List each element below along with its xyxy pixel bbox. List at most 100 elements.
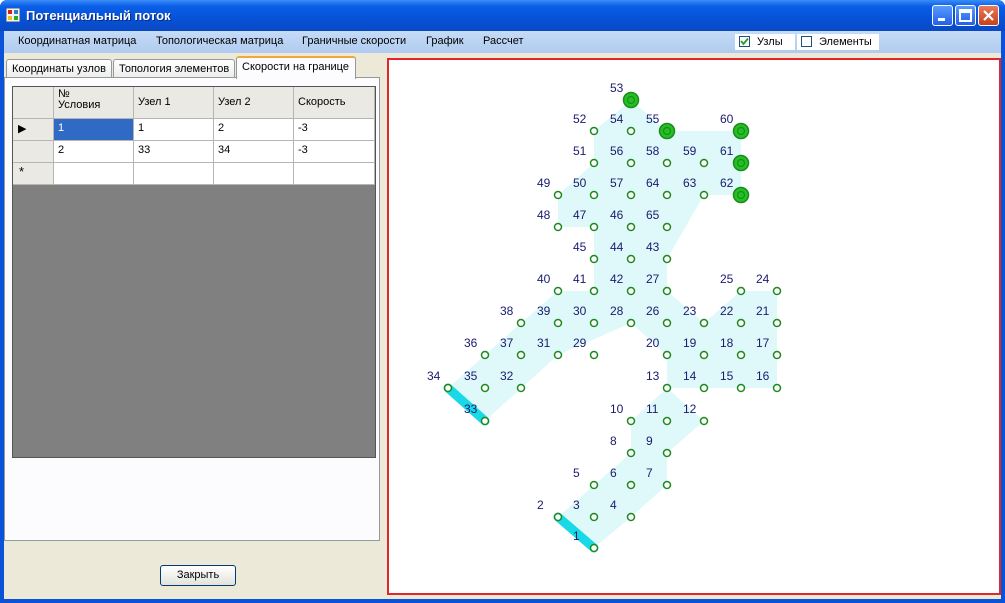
grid-corner-header (13, 87, 54, 119)
grid-cell[interactable]: 1 (134, 119, 214, 141)
node-label: 57 (610, 176, 624, 190)
node-marker (480, 350, 490, 360)
column-header-condition-no[interactable]: № Условия (54, 87, 134, 119)
node-label: 17 (756, 336, 770, 350)
node-marker (736, 286, 746, 296)
node-marker (589, 222, 599, 232)
elements-checkbox-group[interactable]: Элементы (797, 34, 879, 50)
node-marker (626, 286, 636, 296)
node-label: 37 (500, 336, 514, 350)
nodes-checkbox-group[interactable]: Узлы (735, 34, 795, 50)
node-label: 65 (646, 208, 660, 222)
minimize-button[interactable] (932, 5, 953, 26)
tab-page-boundary-velocities: № Условия Узел 1 Узел 2 Скорость ▶ 1 1 2… (4, 77, 380, 541)
nodes-checkbox-label: Узлы (757, 36, 783, 48)
tab-node-coordinates[interactable]: Координаты узлов (6, 59, 112, 78)
node-marker (772, 318, 782, 328)
grid-cell[interactable]: 33 (134, 141, 214, 163)
menu-calculate[interactable]: Рассчет (483, 35, 524, 47)
node-label: 20 (646, 336, 660, 350)
node-label: 27 (646, 272, 660, 286)
node-label: 24 (756, 272, 770, 286)
node-label: 62 (720, 176, 734, 190)
grid-cell[interactable] (134, 163, 214, 185)
node-marker (772, 350, 782, 360)
row-header[interactable] (13, 141, 54, 163)
node-marker (662, 318, 672, 328)
node-label: 52 (573, 112, 587, 126)
node-marker-large (732, 154, 750, 172)
node-marker (589, 254, 599, 264)
tab-element-topology[interactable]: Топология элементов (113, 59, 235, 78)
close-window-button[interactable] (978, 5, 999, 26)
app-icon (6, 8, 20, 22)
boundary-conditions-grid[interactable]: № Условия Узел 1 Узел 2 Скорость ▶ 1 1 2… (12, 86, 376, 458)
node-label: 59 (683, 144, 697, 158)
nodes-checkbox[interactable] (739, 36, 750, 47)
grid-cell[interactable]: 2 (54, 141, 134, 163)
node-label: 1 (573, 529, 580, 543)
menu-graph[interactable]: График (426, 35, 464, 47)
node-marker (589, 158, 599, 168)
elements-checkbox[interactable] (801, 36, 812, 47)
mesh-canvas[interactable]: 1 2 3 4 5 6 7 8 9 10 11 12 13 14 15 16 17 18 19 20 21 22 23 24 2… (387, 58, 1001, 595)
node-marker (662, 222, 672, 232)
node-label: 46 (610, 208, 624, 222)
grid-cell[interactable]: 2 (214, 119, 294, 141)
column-header-velocity[interactable]: Скорость (294, 87, 375, 119)
node-marker (662, 448, 672, 458)
node-label: 48 (537, 208, 551, 222)
node-label: 56 (610, 144, 624, 158)
checkmark-icon (740, 37, 749, 46)
node-marker (662, 383, 672, 393)
menu-topology-matrix[interactable]: Топологическая матрица (156, 35, 283, 47)
node-marker (443, 383, 453, 393)
node-label: 9 (646, 434, 653, 448)
column-header-node2[interactable]: Узел 2 (214, 87, 294, 119)
node-marker (699, 350, 709, 360)
node-label: 49 (537, 176, 551, 190)
node-label: 13 (646, 369, 660, 383)
node-marker (589, 126, 599, 136)
row-header-new[interactable]: * (13, 163, 54, 185)
row-header-current[interactable]: ▶ (13, 119, 54, 141)
node-marker (589, 190, 599, 200)
node-label: 54 (610, 112, 624, 126)
grid-cell[interactable] (214, 163, 294, 185)
node-marker (516, 383, 526, 393)
node-label: 36 (464, 336, 478, 350)
title-bar[interactable]: Потенциальный поток (0, 0, 1005, 31)
grid-cell[interactable]: 1 (54, 119, 134, 141)
menu-boundary-velocities[interactable]: Граничные скорости (302, 35, 406, 47)
menu-coordinate-matrix[interactable]: Координатная матрица (18, 35, 136, 47)
node-label: 28 (610, 304, 624, 318)
node-label: 50 (573, 176, 587, 190)
close-button[interactable]: Закрыть (160, 565, 236, 586)
node-label: 42 (610, 272, 624, 286)
grid-cell[interactable]: -3 (294, 119, 375, 141)
tab-boundary-velocities[interactable]: Скорости на границе (236, 56, 356, 79)
column-header-node1[interactable]: Узел 1 (134, 87, 214, 119)
node-marker (772, 383, 782, 393)
node-label: 21 (756, 304, 770, 318)
node-label: 12 (683, 402, 697, 416)
mesh-region (448, 100, 777, 548)
grid-cell[interactable] (294, 163, 375, 185)
mesh-plot: 12 3 45 6 78 910 11 1213 14 15 1617181920212223242… (427, 81, 782, 553)
grid-cell[interactable]: -3 (294, 141, 375, 163)
node-label: 7 (646, 466, 653, 480)
node-marker-large (732, 122, 750, 140)
node-label: 39 (537, 304, 551, 318)
window-title: Потенциальный поток (26, 8, 171, 23)
grid-cell[interactable] (54, 163, 134, 185)
node-label: 25 (720, 272, 734, 286)
node-label: 2 (537, 498, 544, 512)
node-marker (699, 416, 709, 426)
node-marker-large (658, 122, 676, 140)
node-marker (626, 448, 636, 458)
node-marker (553, 190, 563, 200)
grid-cell[interactable]: 34 (214, 141, 294, 163)
maximize-button[interactable] (955, 5, 976, 26)
node-marker (589, 286, 599, 296)
node-marker (589, 350, 599, 360)
